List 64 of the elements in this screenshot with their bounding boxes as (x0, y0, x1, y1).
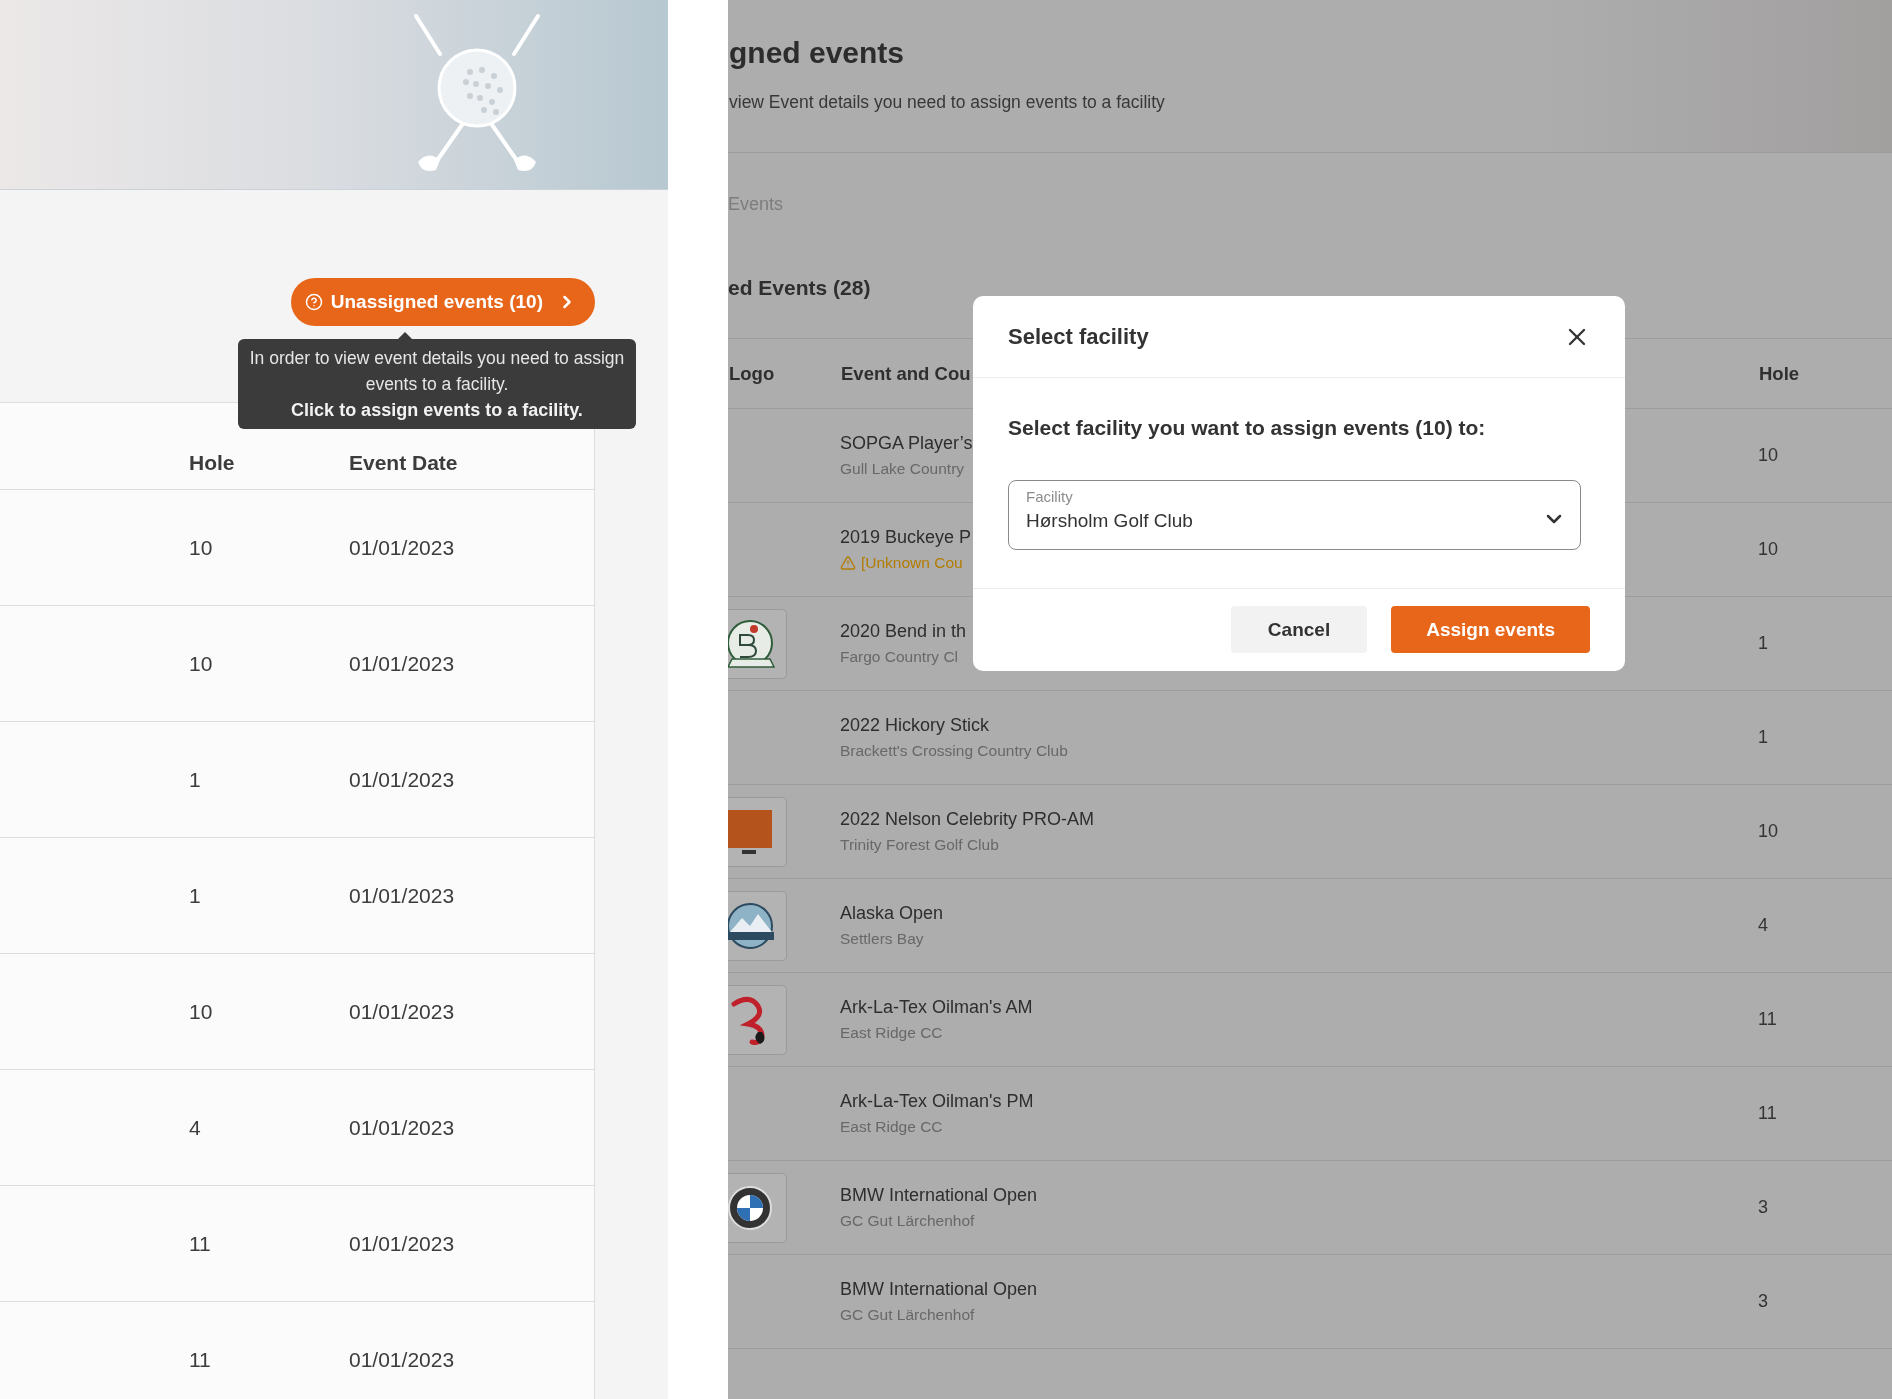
column-header[interactable]: Event Date (349, 451, 594, 475)
course-name: Brackett's Crossing Country Club (840, 742, 1068, 760)
table-cell-text: 11 (1758, 1009, 1778, 1030)
column-header[interactable]: Logo (728, 362, 840, 385)
assign-events-button[interactable]: Assign events (1391, 606, 1590, 653)
table-cell-text: 01/01/2023 (349, 999, 456, 1024)
course-name: East Ridge CC (840, 1118, 943, 1136)
table-cell-text: 4 (189, 1115, 202, 1140)
event-name: 2022 Nelson Celebrity PRO-AM (840, 809, 1095, 830)
page-title: gned events (729, 36, 906, 70)
table-cell-text: 01/01/2023 (349, 767, 456, 792)
table-cell-text: 10 (189, 999, 214, 1024)
table-cell-text: 01/01/2023 (349, 535, 456, 560)
course-name: Settlers Bay (840, 930, 924, 948)
table-cell-text: 1 (1758, 633, 1769, 654)
table-cell-text: 10 (1758, 445, 1780, 466)
table-cell-text: 3 (1758, 1291, 1769, 1312)
column-header[interactable]: Hole (1758, 362, 1892, 385)
roundel-logo (728, 1184, 774, 1231)
event-name: 2019 Buckeye P (840, 527, 972, 548)
table-cell-text: 3 (1758, 1197, 1769, 1218)
course-name: GC Gut Lärchenhof (840, 1212, 975, 1230)
tooltip-action-text: Click to assign events to a facility. (290, 399, 584, 422)
course-name: Gull Lake Country (840, 460, 965, 478)
table-cell-text: 01/01/2023 (349, 1231, 456, 1256)
help-icon (304, 293, 323, 311)
table-cell-text: 11 (189, 1231, 212, 1256)
course-name: East Ridge CC (840, 1024, 943, 1042)
event-name: Alaska Open (840, 903, 944, 924)
table-cell-text: 10 (1758, 539, 1780, 560)
event-name: 2022 Hickory Stick (840, 715, 990, 736)
column-header[interactable]: Hole (189, 451, 349, 475)
table-cell-text: 10 (189, 535, 214, 560)
course-name: Trinity Forest Golf Club (840, 836, 999, 854)
table-cell-text: 01/01/2023 (349, 1347, 456, 1372)
event-name: SOPGA Player’s (840, 433, 973, 454)
table-cell-text: 11 (1758, 1103, 1778, 1124)
table-cell-text: 01/01/2023 (349, 883, 456, 908)
event-name: Ark-La-Tex Oilman's AM (840, 997, 1033, 1018)
table-cell-text: 1 (189, 767, 202, 792)
dialog-prompt: Select facility you want to assign events (10) to: (1008, 416, 1487, 440)
event-name: BMW International Open (840, 1185, 1038, 1206)
event-name: Ark-La-Tex Oilman's PM (840, 1091, 1034, 1112)
table-cell-text: 10 (1758, 821, 1780, 842)
table-cell-text: 1 (189, 883, 202, 908)
facility-select[interactable]: Facility Hørsholm Golf Club (1008, 480, 1581, 550)
table-cell-text: 01/01/2023 (349, 651, 456, 676)
event-name: BMW International Open (840, 1279, 1038, 1300)
table-cell-text: 11 (189, 1347, 212, 1372)
section-title: ed Events (28) (728, 275, 872, 301)
cancel-button[interactable]: Cancel (1230, 606, 1368, 653)
table-cell-text: 4 (1758, 915, 1769, 936)
course-name: GC Gut Lärchenhof (840, 1306, 975, 1324)
page-subtitle: view Event details you need to assign events to a facility (729, 92, 1166, 113)
table-cell-text: 01/01/2023 (349, 1115, 456, 1140)
course-name: Fargo Country Cl (840, 648, 958, 666)
table-cell-text: 10 (189, 651, 214, 676)
course-name: [Unknown Cou (861, 554, 963, 572)
unassigned-events-button[interactable]: Unassigned events (10) (290, 278, 595, 326)
warning-icon (840, 555, 856, 571)
dialog-title: Select facility (1008, 323, 1149, 350)
table-cell-text: 1 (1758, 727, 1769, 748)
event-name: 2020 Bend in th (840, 621, 967, 642)
tooltip-text: In order to view event details you need to assign events to a facility. (248, 347, 626, 396)
